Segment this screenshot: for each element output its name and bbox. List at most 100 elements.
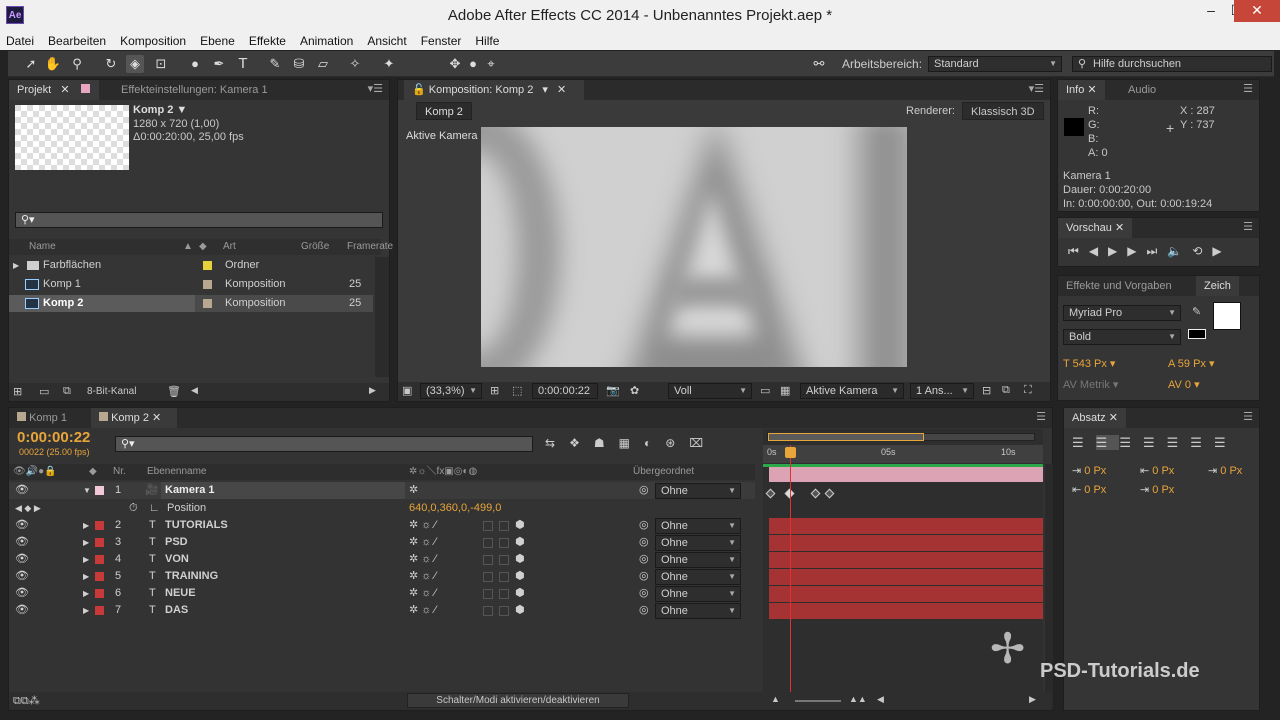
panel-menu-icon[interactable]: ☰: [1243, 82, 1253, 95]
safe-zones-icon[interactable]: ⊞: [490, 384, 499, 397]
menu-edit[interactable]: Bearbeiten: [41, 32, 113, 50]
roto-brush-tool-icon[interactable]: ✧: [346, 55, 364, 73]
layer-name[interactable]: TRAINING: [165, 568, 218, 585]
tab-komp-2[interactable]: Komp 2 ✕: [91, 408, 177, 428]
adjustment-switch[interactable]: [499, 606, 509, 616]
layer-row[interactable]: 👁 ▶ 2 T TUTORIALS ✲ ☼ ⁄ ⬢ ◎ Ohne ▼: [9, 517, 755, 534]
brainstorm-icon[interactable]: ⌧: [689, 436, 717, 450]
font-family-select[interactable]: Myriad Pro ▼: [1063, 305, 1181, 321]
pickwhip-icon[interactable]: ◎: [639, 534, 649, 551]
zoom-tool-icon[interactable]: ⚲: [68, 55, 86, 73]
hide-shy-icon[interactable]: ☗: [594, 436, 619, 450]
label-swatch[interactable]: [203, 299, 212, 308]
expand-icon[interactable]: ▶: [83, 517, 89, 534]
zoom-in-icon[interactable]: ▲▲: [849, 694, 867, 704]
label-swatch[interactable]: [95, 606, 104, 615]
align-left-icon[interactable]: ☰: [1072, 435, 1096, 450]
close-button[interactable]: ✕: [1234, 0, 1280, 22]
label-swatch[interactable]: [95, 538, 104, 547]
layer-switches[interactable]: ✲ ☼ ⁄: [409, 534, 436, 551]
close-icon[interactable]: ✕: [152, 412, 161, 424]
project-item[interactable]: ▶ Farbflächen Ordner: [9, 257, 373, 274]
visibility-icon[interactable]: 👁: [15, 585, 29, 602]
leading-value[interactable]: A 59 Px ▾: [1168, 357, 1215, 370]
expand-icon[interactable]: ▶: [83, 585, 89, 602]
space-after-field[interactable]: ⇥ 0 Px: [1140, 483, 1174, 496]
close-icon[interactable]: ✕: [1115, 222, 1124, 234]
justify-left-icon[interactable]: ☰: [1143, 435, 1167, 450]
tab-effects-presets[interactable]: Effekte und Vorgaben: [1058, 276, 1180, 296]
indent-first-field[interactable]: ⇥ 0 Px: [1208, 464, 1242, 477]
pickwhip-icon[interactable]: ◎: [639, 568, 649, 585]
visibility-icon[interactable]: 👁: [15, 551, 29, 568]
layer-name[interactable]: TUTORIALS: [165, 517, 228, 534]
current-time-indicator[interactable]: [790, 445, 791, 706]
lock-icon[interactable]: 🔓: [412, 84, 426, 96]
timeline-search-input[interactable]: ⚲▾: [115, 436, 533, 452]
panel-menu-icon[interactable]: ☰: [1036, 410, 1046, 423]
eraser-tool-icon[interactable]: ▱: [314, 55, 332, 73]
expand-icon[interactable]: ▶: [83, 602, 89, 619]
stopwatch-icon[interactable]: ⏱: [129, 500, 138, 517]
help-search-input[interactable]: ⚲ Hilfe durchsuchen: [1072, 56, 1272, 72]
menu-view[interactable]: Ansicht: [360, 32, 413, 50]
motion-blur-switch[interactable]: [483, 606, 493, 616]
stamp-tool-icon[interactable]: ⛁: [290, 55, 308, 73]
keyframe-navigator-icon[interactable]: ◀ ◆ ▶: [15, 500, 41, 517]
renderer-button[interactable]: Klassisch 3D: [962, 102, 1044, 120]
motion-blur-icon[interactable]: ◐: [644, 436, 665, 450]
tab-preview[interactable]: Vorschau ✕: [1058, 218, 1133, 238]
first-frame-icon[interactable]: ⏮: [1068, 244, 1089, 258]
tab-info[interactable]: Info ✕: [1058, 80, 1105, 100]
label-swatch[interactable]: [95, 555, 104, 564]
col-framerate[interactable]: Framerate: [347, 239, 393, 255]
tracking-value[interactable]: AV 0 ▾: [1168, 378, 1200, 391]
menu-layer[interactable]: Ebene: [193, 32, 242, 50]
layer-row[interactable]: 👁 ▶ 6 T NEUE ✲ ☼ ⁄ ⬢ ◎ Ohne ▼: [9, 585, 755, 602]
property-value[interactable]: 640,0,360,0,-499,0: [409, 500, 501, 517]
pickwhip-icon[interactable]: ◎: [639, 482, 649, 499]
menu-composition[interactable]: Komposition: [113, 32, 193, 50]
bit-depth-button[interactable]: 8-Bit-Kanal: [87, 386, 136, 397]
camera-layer-bar[interactable]: [769, 467, 1043, 482]
pan-behind-tool-icon[interactable]: ⊡: [152, 55, 170, 73]
view-select[interactable]: Aktive Kamera ▼: [800, 383, 904, 399]
visibility-icon[interactable]: 👁: [15, 602, 29, 619]
tab-project[interactable]: Projekt ✕: [9, 80, 99, 100]
flowchart-icon[interactable]: ⧉: [1002, 384, 1010, 397]
view-axis-icon[interactable]: ⌖: [482, 55, 500, 73]
justify-center-icon[interactable]: ☰: [1167, 435, 1191, 450]
layer-name[interactable]: NEUE: [165, 585, 196, 602]
region-of-interest-icon[interactable]: ▭: [760, 384, 770, 397]
layer-switches[interactable]: ✲ ☼ ⁄: [409, 551, 436, 568]
layer-row[interactable]: 👁 ▶ 5 T TRAINING ✲ ☼ ⁄ ⬢ ◎ Ohne ▼: [9, 568, 755, 585]
snapshot-icon[interactable]: 📷: [606, 384, 620, 397]
adjustment-switch[interactable]: [499, 572, 509, 582]
visibility-icon[interactable]: 👁: [15, 534, 29, 551]
pickwhip-icon[interactable]: ◎: [639, 517, 649, 534]
snapping-icon[interactable]: ⚯: [810, 55, 828, 73]
pickwhip-icon[interactable]: ◎: [639, 551, 649, 568]
3d-layer-icon[interactable]: ⬢: [515, 551, 525, 568]
camera-tool-icon[interactable]: ◈: [126, 55, 144, 73]
brush-tool-icon[interactable]: ✎: [266, 55, 284, 73]
adjustment-switch[interactable]: [499, 555, 509, 565]
label-swatch[interactable]: [95, 589, 104, 598]
adjustment-switch[interactable]: [499, 538, 509, 548]
ram-preview-icon[interactable]: ▶: [1212, 244, 1231, 258]
parent-select[interactable]: Ohne ▼: [655, 603, 741, 619]
text-layer-bars[interactable]: [769, 518, 1043, 619]
motion-blur-switch[interactable]: [483, 555, 493, 565]
last-frame-icon[interactable]: ⏭: [1147, 244, 1168, 258]
layer-row-camera[interactable]: 👁 ▼ 1 🎥 Kamera 1 ✲ ◎ Ohne ▼: [9, 482, 755, 499]
layer-name[interactable]: VON: [165, 551, 189, 568]
rotate-tool-icon[interactable]: ↻: [102, 55, 120, 73]
font-size-value[interactable]: T 543 Px ▾: [1063, 357, 1115, 370]
transparency-grid-icon[interactable]: ▦: [780, 384, 790, 397]
draft-3d-icon[interactable]: ❖: [569, 436, 594, 450]
scroll-left-icon[interactable]: ◀: [191, 385, 198, 396]
play-icon[interactable]: ▶: [1108, 244, 1127, 258]
label-swatch[interactable]: [95, 521, 104, 530]
zoom-out-icon[interactable]: ▲: [771, 694, 780, 704]
new-comp-icon[interactable]: ⧉: [63, 385, 71, 398]
